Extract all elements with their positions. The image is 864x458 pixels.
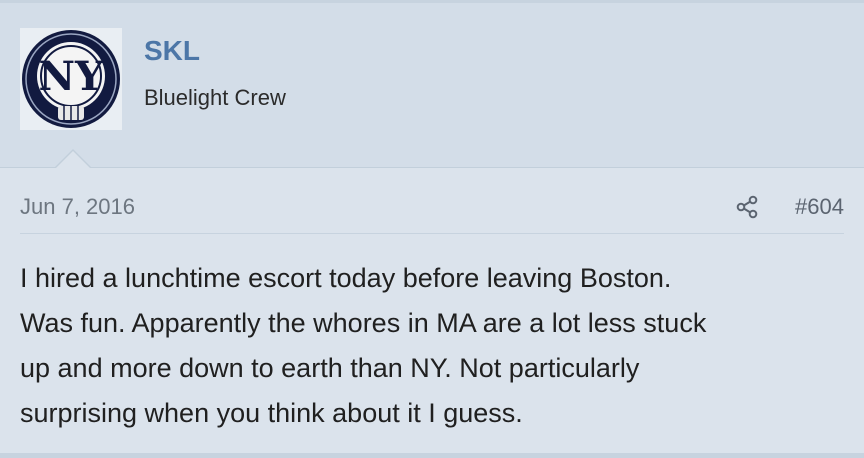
svg-text:NY: NY: [38, 53, 104, 100]
post-divider: [0, 453, 864, 458]
forum-post: NY SKL Bluelight Crew Jun 7, 2016 #604 I…: [0, 0, 864, 458]
post-body-line: surprising when you think about it I gue…: [20, 398, 523, 428]
post-meta-bar: Jun 7, 2016 #604: [20, 193, 844, 234]
post-body: I hired a lunchtime escort today before …: [20, 256, 850, 436]
post-body-line: Was fun. Apparently the whores in MA are…: [20, 308, 707, 338]
post-date-link[interactable]: Jun 7, 2016: [20, 194, 135, 220]
share-icon[interactable]: [734, 194, 760, 220]
post-number-link[interactable]: #604: [795, 194, 844, 220]
user-info-block: NY SKL Bluelight Crew: [0, 3, 864, 168]
post-body-line: up and more down to earth than NY. Not p…: [20, 353, 640, 383]
avatar[interactable]: NY: [20, 28, 122, 130]
username-link[interactable]: SKL: [144, 35, 200, 67]
user-title: Bluelight Crew: [144, 85, 286, 110]
user-arrow-fill: [56, 151, 90, 168]
yankees-skull-avatar-icon: NY: [22, 30, 120, 128]
post-body-line: I hired a lunchtime escort today before …: [20, 263, 672, 293]
